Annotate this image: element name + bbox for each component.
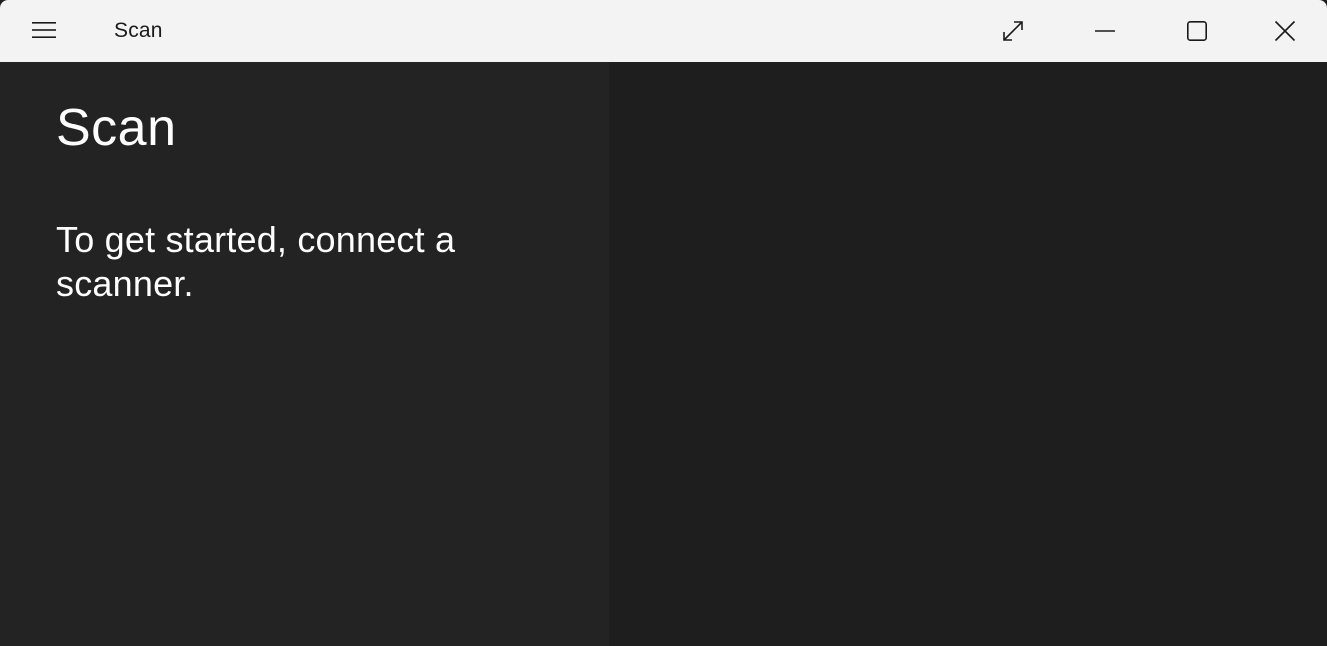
scan-preview-pane bbox=[609, 62, 1327, 646]
app-title: Scan bbox=[114, 19, 163, 42]
minimize-button[interactable] bbox=[1059, 0, 1151, 62]
close-button[interactable] bbox=[1243, 0, 1327, 62]
full-screen-button[interactable] bbox=[967, 0, 1059, 62]
navigation-menu-button[interactable] bbox=[22, 10, 66, 50]
full-screen-icon bbox=[1003, 21, 1023, 41]
connect-scanner-message: To get started, connect a scanner. bbox=[56, 219, 456, 304]
scan-app-window: Scan Scan To get started, connect a scan… bbox=[0, 0, 1327, 646]
hamburger-menu-icon bbox=[32, 22, 56, 38]
close-icon bbox=[1274, 20, 1296, 42]
page-heading: Scan bbox=[56, 99, 177, 157]
maximize-button[interactable] bbox=[1151, 0, 1243, 62]
minimize-icon bbox=[1095, 30, 1115, 32]
title-bar: Scan bbox=[0, 0, 1327, 62]
maximize-icon bbox=[1186, 20, 1207, 41]
